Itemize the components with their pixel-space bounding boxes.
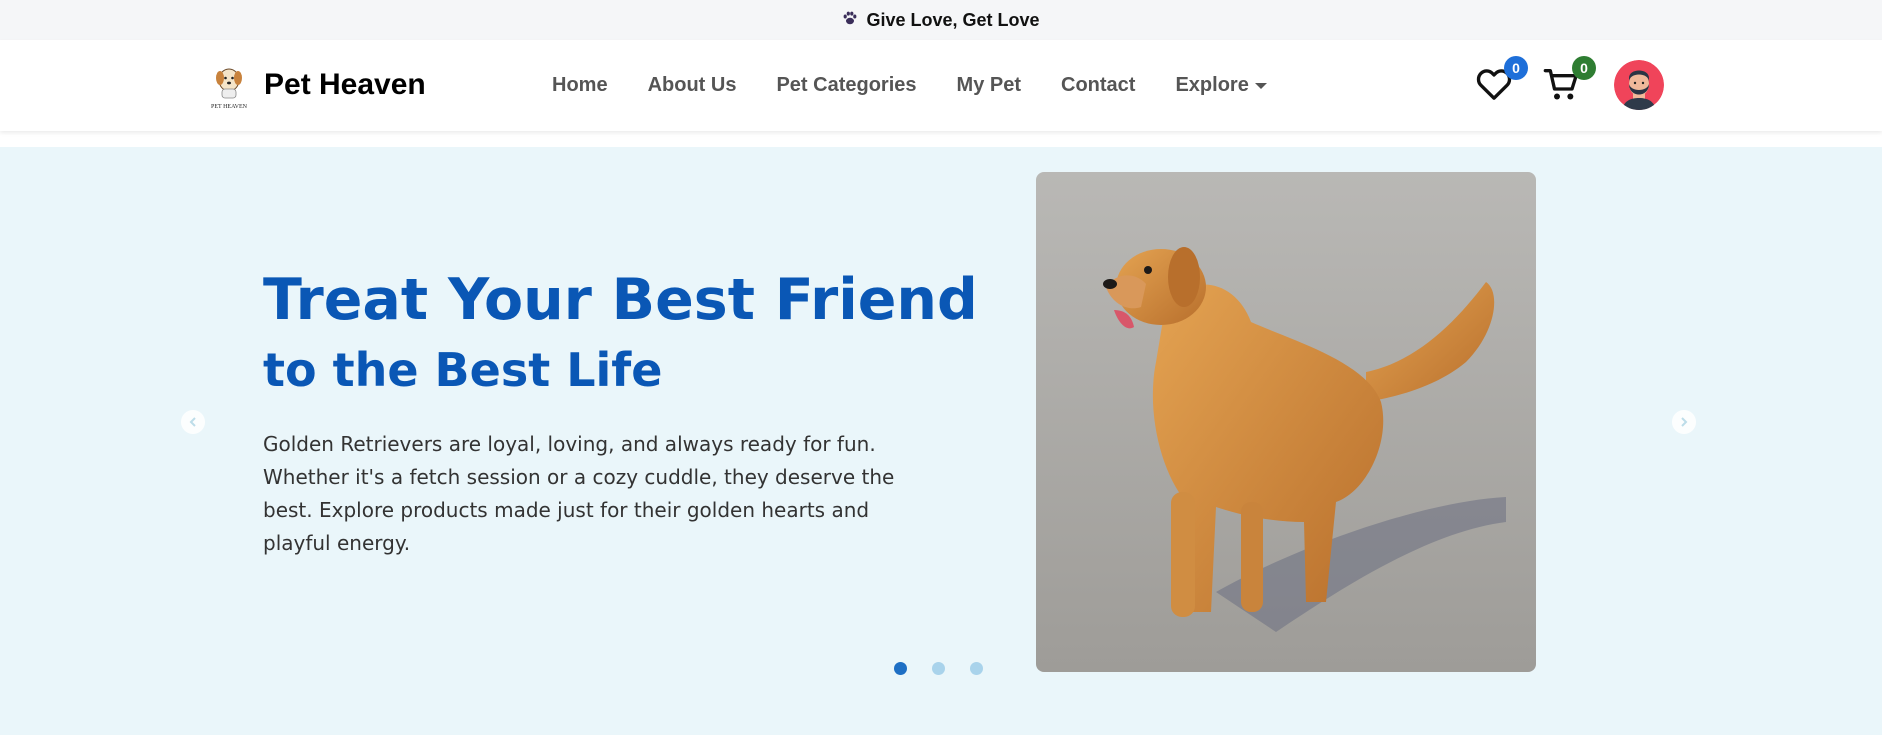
carousel-next-button[interactable] bbox=[1672, 410, 1696, 434]
nav-explore-label: Explore bbox=[1175, 74, 1249, 96]
nav-pet-categories[interactable]: Pet Categories bbox=[776, 74, 916, 97]
brand[interactable]: PET HEAVEN Pet Heaven bbox=[202, 60, 426, 110]
hero-description: Golden Retrievers are loyal, loving, and… bbox=[263, 432, 895, 555]
hero-carousel: Treat Your Best Friend to the Best Life … bbox=[0, 147, 1882, 735]
paw-icon bbox=[842, 10, 858, 31]
carousel-prev-button[interactable] bbox=[181, 410, 205, 434]
nav-contact[interactable]: Contact bbox=[1061, 74, 1135, 97]
brand-logo-text: PET HEAVEN bbox=[211, 104, 248, 110]
brand-logo: PET HEAVEN bbox=[211, 68, 248, 110]
chevron-left-icon bbox=[189, 417, 196, 427]
nav-my-pet[interactable]: My Pet bbox=[957, 74, 1021, 97]
nav-home[interactable]: Home bbox=[552, 74, 608, 97]
nav-explore-dropdown[interactable]: Explore bbox=[1175, 74, 1267, 97]
nav-menu: Home About Us Pet Categories My Pet Cont… bbox=[552, 40, 1307, 131]
user-avatar[interactable] bbox=[1614, 60, 1664, 110]
carousel-dot-1[interactable] bbox=[894, 662, 907, 675]
cart-button[interactable]: 0 bbox=[1542, 56, 1596, 108]
cart-count-badge: 0 bbox=[1572, 56, 1596, 80]
main-navbar: PET HEAVEN Pet Heaven Home About Us Pet … bbox=[0, 40, 1882, 131]
hero-headline: Treat Your Best Friend bbox=[263, 267, 978, 333]
carousel-indicators bbox=[894, 662, 1008, 675]
announcement-text: Give Love, Get Love bbox=[866, 9, 1040, 30]
golden-retriever-photo bbox=[1036, 172, 1536, 672]
hero-subheadline: to the Best Life bbox=[263, 343, 663, 397]
wishlist-button[interactable]: 0 bbox=[1474, 56, 1528, 108]
chevron-down-icon bbox=[1254, 82, 1267, 89]
wishlist-count-badge: 0 bbox=[1504, 56, 1528, 80]
carousel-dot-3[interactable] bbox=[970, 662, 983, 675]
announcement-bar: Give Love, Get Love bbox=[0, 0, 1882, 40]
brand-name: Pet Heaven bbox=[264, 68, 426, 101]
nav-about-us[interactable]: About Us bbox=[648, 74, 737, 97]
carousel-dot-2[interactable] bbox=[932, 662, 945, 675]
chevron-right-icon bbox=[1681, 417, 1688, 427]
